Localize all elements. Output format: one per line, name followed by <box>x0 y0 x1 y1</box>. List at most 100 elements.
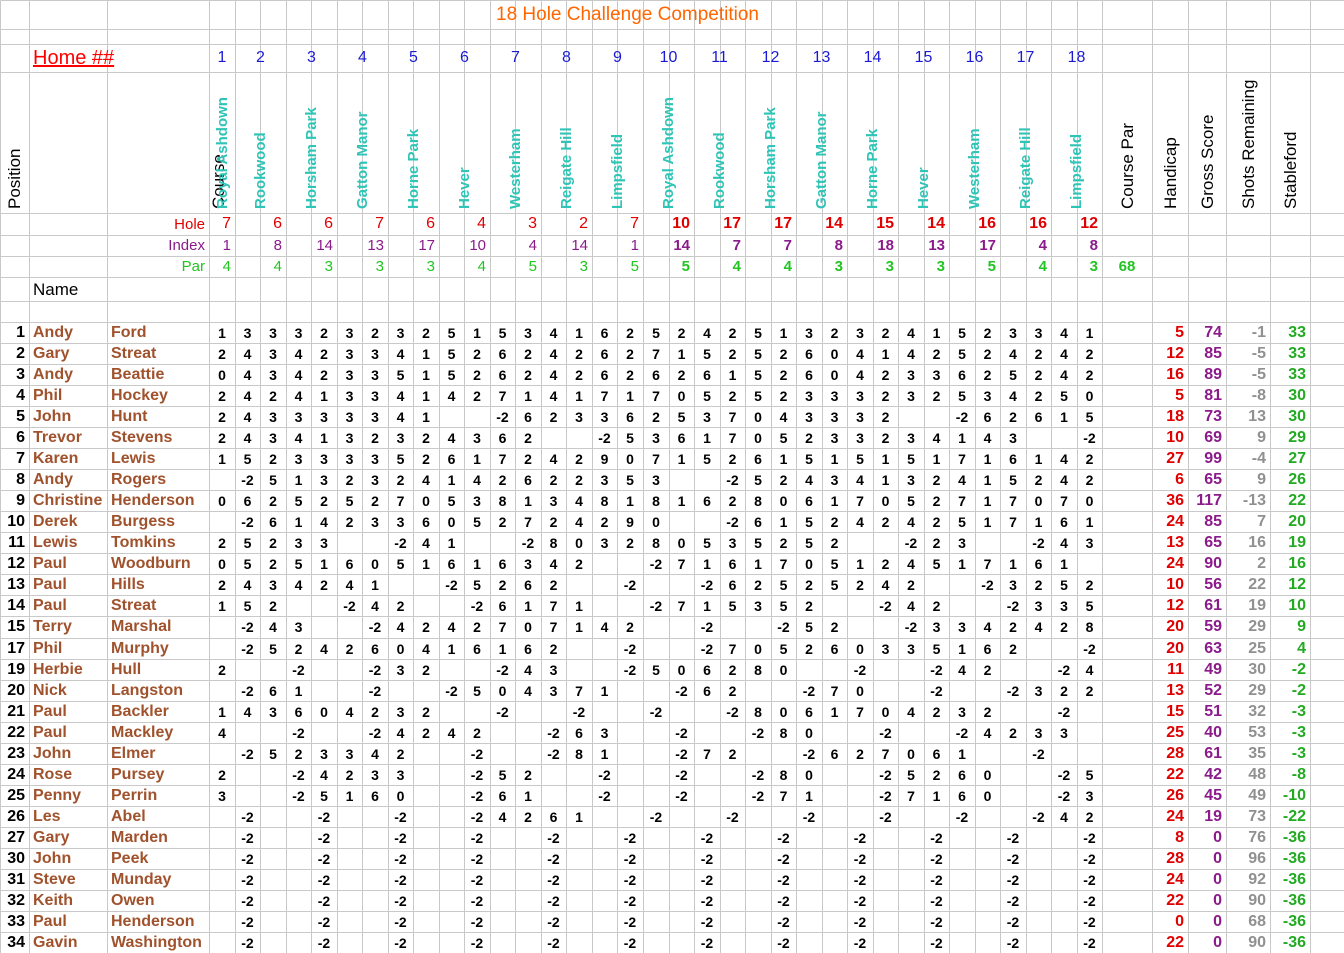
score-cell-text: -2 <box>623 850 637 867</box>
player-stableford-text: 22 <box>1288 491 1306 509</box>
player-shots-remaining: 29 <box>1226 680 1270 701</box>
score-cell: 2 <box>617 343 643 364</box>
score-cell-text: 4 <box>447 387 456 404</box>
score-cell: 3 <box>643 427 669 448</box>
score-cell-text: 5 <box>243 597 252 614</box>
score-cell-text: 3 <box>1034 724 1043 741</box>
score-cell: 2 <box>720 680 745 701</box>
score-cell-text: 5 <box>677 408 686 425</box>
score-cell: 7 <box>873 743 898 764</box>
score-cell-text: -2 <box>292 787 305 804</box>
score-cell: 4 <box>311 638 337 659</box>
score-cell: -2 <box>464 595 490 616</box>
score-cell: 3 <box>362 511 388 532</box>
player-shots-remaining-text: 16 <box>1248 533 1266 551</box>
score-cell-text: 2 <box>932 597 941 614</box>
score-cell: -2 <box>771 616 796 638</box>
score-cell: 0 <box>413 490 439 511</box>
score-cell: 2 <box>260 553 286 574</box>
score-cell: 3 <box>541 659 566 680</box>
score-cell-text: 2 <box>1085 366 1094 383</box>
player-handicap: 20 <box>1152 638 1188 659</box>
hole-value: 17 <box>745 213 796 235</box>
score-cell-text: 5 <box>473 682 481 699</box>
score-cell-text: 6 <box>983 408 992 425</box>
score-cell-text: 2 <box>371 703 379 720</box>
score-cell-text: 3 <box>805 387 813 404</box>
score-cell: 1 <box>209 595 235 616</box>
score-cell: -2 <box>311 890 337 911</box>
score-cell-text: 0 <box>881 703 890 720</box>
player-handicap: 18 <box>1152 406 1188 427</box>
score-cell: 2 <box>1077 469 1102 490</box>
player-first-name-text: Andy <box>33 365 73 383</box>
score-cell: 6 <box>949 764 975 785</box>
score-cell: 2 <box>1077 448 1102 469</box>
score-cell-text: 1 <box>983 513 992 530</box>
player-gross-score-text: 90 <box>1204 554 1222 572</box>
score-cell-text: 1 <box>1085 513 1094 530</box>
score-cell: 3 <box>362 385 388 406</box>
score-cell-text: 8 <box>754 703 762 720</box>
score-cell: 1 <box>1051 553 1077 574</box>
player-gross-score-text: 61 <box>1204 596 1222 614</box>
hole-value-text: 14 <box>927 215 945 232</box>
score-cell-text: 2 <box>881 513 890 530</box>
score-cell: -2 <box>362 680 388 701</box>
score-cell-text: 5 <box>754 324 762 341</box>
score-cell: -2 <box>541 848 566 869</box>
player-handicap: 24 <box>1152 553 1188 574</box>
score-cell-text: -2 <box>726 808 739 825</box>
player-first-name-text: Nick <box>33 681 67 699</box>
score-cell-text: -2 <box>930 661 943 678</box>
player-shots-remaining: 76 <box>1226 827 1270 848</box>
player-position: 12 <box>0 553 29 574</box>
score-cell: 0 <box>873 701 898 722</box>
score-cell-text: 3 <box>600 471 609 488</box>
score-cell: -2 <box>720 701 745 722</box>
score-cell: 2 <box>490 511 515 532</box>
header-course-par: Course Par <box>1102 72 1152 213</box>
player-last-name-text: Streat <box>111 344 157 362</box>
score-cell: -2 <box>847 848 873 869</box>
score-cell: 2 <box>975 322 1000 343</box>
player-shots-remaining: 2 <box>1226 553 1270 574</box>
score-cell-text: 3 <box>371 345 379 362</box>
score-cell-text: 2 <box>575 345 583 362</box>
score-cell-text: 2 <box>575 450 583 467</box>
score-cell-text: 5 <box>830 576 839 593</box>
score-cell-text: 2 <box>498 471 507 488</box>
score-cell-text: 3 <box>830 387 839 404</box>
course-name: Reigate Hill <box>1000 72 1051 213</box>
score-cell-text: 2 <box>779 366 788 383</box>
score-cell-text: -2 <box>879 597 892 614</box>
player-shots-remaining-text: -1 <box>1251 323 1266 341</box>
score-cell-text: 1 <box>575 387 583 404</box>
score-cell-text: 3 <box>269 429 277 446</box>
score-cell-text: -2 <box>241 808 254 825</box>
home-label: Home ## <box>29 44 209 72</box>
score-cell: 1 <box>515 385 541 406</box>
par-value-text: 3 <box>324 258 333 275</box>
score-cell: 3 <box>286 448 311 469</box>
score-cell-text: -2 <box>1032 534 1045 551</box>
player-gross-score: 0 <box>1188 827 1226 848</box>
score-cell: 2 <box>847 743 873 764</box>
score-cell: -2 <box>949 722 975 743</box>
hole-number: 18 <box>1051 44 1102 72</box>
score-cell-text: -2 <box>343 597 356 614</box>
score-cell: 2 <box>541 511 566 532</box>
score-cell: 1 <box>209 322 235 343</box>
score-cell: 3 <box>388 322 413 343</box>
score-cell-text: 4 <box>907 703 915 720</box>
hole-number: 2 <box>235 44 286 72</box>
score-cell-text: 3 <box>1009 429 1017 446</box>
score-cell: 4 <box>975 427 1000 448</box>
score-cell-text: 4 <box>447 429 456 446</box>
score-cell-text: 4 <box>320 766 328 783</box>
score-cell: 2 <box>515 764 541 785</box>
score-cell-text: 1 <box>932 787 941 804</box>
score-cell: 1 <box>822 701 847 722</box>
player-last-name: Elmer <box>107 743 209 764</box>
player-gross-score-text: 52 <box>1204 681 1222 699</box>
